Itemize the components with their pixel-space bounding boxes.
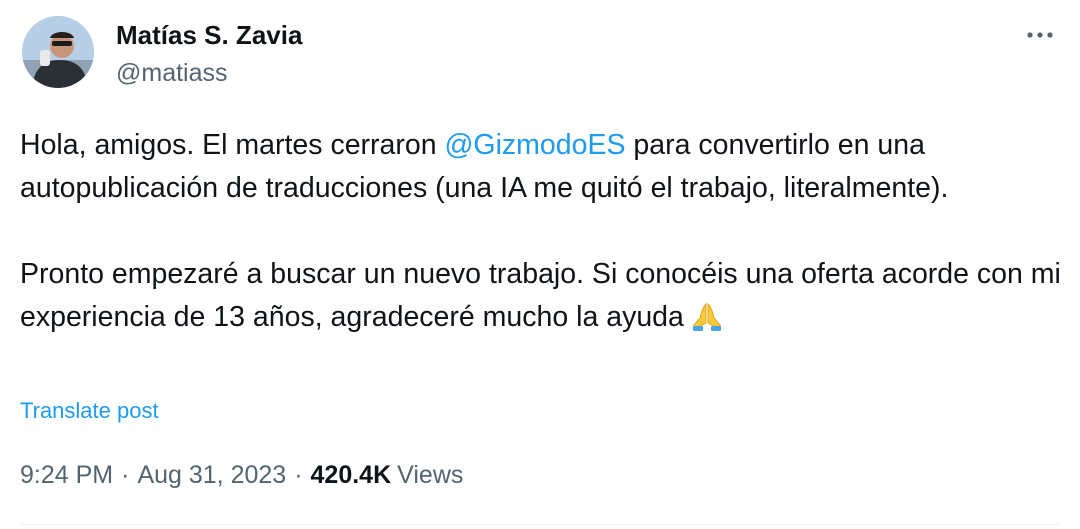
folded-hands-emoji-icon: [690, 301, 724, 344]
post-date[interactable]: Aug 31, 2023: [137, 461, 286, 489]
post-text-part: Hola, amigos. El martes cerraron: [20, 129, 445, 161]
post-text: Hola, amigos. El martes cerraron @Gizmod…: [20, 124, 1065, 344]
post-text-part: Pronto empezaré a buscar un nuevo trabaj…: [20, 258, 1061, 333]
tweet-card: Matías S. Zavia @matiass Hola, amigos. E…: [0, 0, 1080, 529]
meta-separator: ·: [294, 461, 303, 489]
avatar[interactable]: [22, 16, 94, 88]
post-paragraph-1: Hola, amigos. El martes cerraron @Gizmod…: [20, 124, 1065, 210]
divider: [20, 524, 1060, 525]
post-time[interactable]: 9:24 PM: [20, 461, 113, 489]
views-count: 420.4K: [310, 461, 392, 489]
views-label: Views: [397, 461, 464, 489]
more-horizontal-icon: [1027, 32, 1053, 38]
translate-post-link[interactable]: Translate post: [20, 396, 159, 426]
meta-separator: ·: [121, 461, 130, 489]
mention-link[interactable]: @GizmodoES: [444, 129, 625, 161]
post-meta: 9:24 PM · Aug 31, 2023 · 420.4K Views: [20, 457, 463, 493]
display-name[interactable]: Matías S. Zavia: [116, 18, 302, 52]
avatar-image: [22, 16, 94, 88]
more-options-button[interactable]: [1020, 20, 1060, 50]
author-block: Matías S. Zavia @matiass: [116, 18, 302, 90]
user-handle[interactable]: @matiass: [116, 56, 302, 90]
post-paragraph-2: Pronto empezaré a buscar un nuevo trabaj…: [20, 253, 1065, 344]
